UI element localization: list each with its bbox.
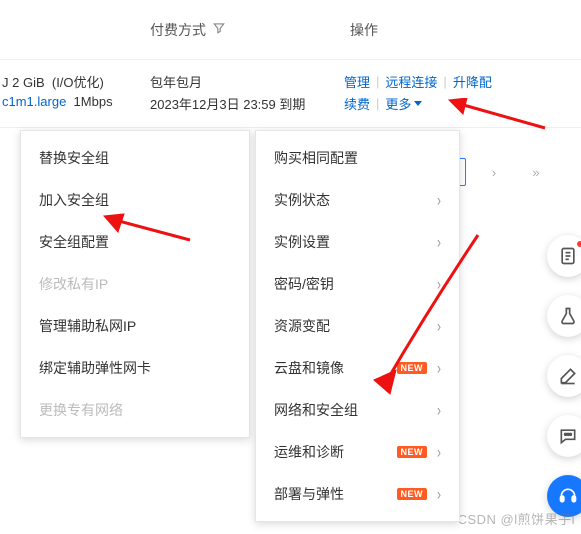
chevron-down-icon [414,101,422,106]
page-last[interactable]: » [522,158,550,186]
chevron-right-icon: › [437,442,441,462]
action-remote[interactable]: 远程连接 [385,72,437,91]
instance-type-link[interactable]: c1m1.large [2,94,66,109]
float-doc-button[interactable] [547,235,581,277]
float-chat-button[interactable] [547,415,581,457]
float-edit-button[interactable] [547,355,581,397]
dropdown-item[interactable]: 购买相同配置 [256,137,459,179]
col-billing-label: 付费方式 [150,20,206,40]
submenu-security: 替换安全组加入安全组安全组配置修改私有IP管理辅助私网IP绑定辅助弹性网卡更换专… [20,130,250,438]
submenu-item[interactable]: 绑定辅助弹性网卡 [21,347,249,389]
submenu-item: 修改私有IP [21,263,249,305]
chevron-right-icon: › [437,190,441,210]
annotation-arrow [445,98,555,138]
action-upgrade[interactable]: 升降配 [453,72,492,91]
chevron-right-icon: › [437,400,441,420]
page-next[interactable]: › [480,158,508,186]
action-more[interactable]: 更多 [385,94,422,113]
notification-dot-icon [577,241,581,247]
dropdown-item[interactable]: 实例状态› [256,179,459,221]
instance-specs: J 2 GiB (I/O优化) c1m1.large 1Mbps [0,72,150,109]
float-lab-button[interactable] [547,295,581,337]
col-ops-label: 操作 [350,22,378,38]
action-renew[interactable]: 续费 [344,94,370,113]
float-buttons [539,235,581,517]
new-badge: NEW [397,446,428,458]
action-manage[interactable]: 管理 [344,72,370,91]
instance-billing: 包年包月 2023年12月3日 23:59 到期 [150,72,340,113]
submenu-item: 更换专有网络 [21,389,249,431]
chevron-right-icon: › [437,484,441,504]
submenu-item[interactable]: 替换安全组 [21,137,249,179]
dropdown-item[interactable]: 部署与弹性NEW› [256,473,459,515]
annotation-arrow [100,210,200,250]
watermark: CSDN @l煎饼果子l [458,509,575,528]
new-badge: NEW [397,488,428,500]
submenu-item[interactable]: 管理辅助私网IP [21,305,249,347]
table-header: 付费方式 操作 [0,0,581,60]
annotation-arrow [368,230,488,400]
filter-icon[interactable] [212,21,226,38]
dropdown-item[interactable]: 运维和诊断NEW› [256,431,459,473]
